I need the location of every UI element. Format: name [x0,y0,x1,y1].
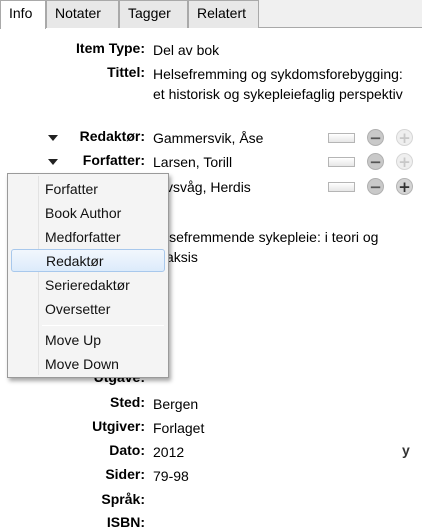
creator-type-dropdown-icon[interactable] [48,135,58,141]
menu-separator [42,325,164,326]
remove-creator-icon[interactable]: − [367,153,384,170]
add-creator-icon[interactable]: + [396,153,413,170]
tab-relatert[interactable]: Relatert [188,0,259,28]
remove-creator-icon[interactable]: − [367,129,384,146]
date-value[interactable]: 2012 [153,442,413,462]
add-creator-icon[interactable]: + [396,129,413,146]
place-label: Sted: [110,394,145,410]
remove-creator-icon[interactable]: − [367,178,384,195]
name-mode-switch-icon[interactable] [328,133,355,143]
creator-row: Forfatter: Larsen, Torill − + [0,152,422,172]
pages-value[interactable]: 79-98 [153,466,413,486]
menu-item-serieredaktor[interactable]: Serieredaktør [8,274,168,297]
isbn-label: ISBN: [106,514,145,530]
pages-label: Sider: [105,466,145,482]
menu-item-oversetter[interactable]: Oversetter [8,298,168,321]
title-label: Tittel: [107,64,145,80]
tab-tagger[interactable]: Tagger [119,0,188,28]
language-label: Språk: [101,491,145,507]
menu-item-move-down[interactable]: Move Down [8,353,168,376]
menu-item-medforfatter[interactable]: Medforfatter [8,226,168,249]
publisher-value[interactable]: Forlaget [153,418,413,438]
tab-bar: Info Notater Tagger Relatert [0,0,422,29]
menu-item-redaktor[interactable]: Redaktør [11,249,165,272]
creator-type-label[interactable]: Redaktør: [80,128,145,144]
creator-row: Redaktør: Gammersvik, Åse − + [0,128,422,148]
date-label: Dato: [109,442,145,458]
item-type-value[interactable]: Del av bok [153,40,413,60]
item-type-label: Item Type: [76,40,145,56]
creator-type-menu: Forfatter Book Author Medforfatter Redak… [7,173,169,378]
add-creator-icon[interactable]: + [396,178,413,195]
menu-item-forfatter[interactable]: Forfatter [8,178,168,201]
tab-notater[interactable]: Notater [46,0,119,28]
book-title-value[interactable]: lsefremmende sykepleie: i teori og aksis [166,227,406,267]
publisher-label: Utgiver: [92,418,145,434]
menu-item-book-author[interactable]: Book Author [8,202,168,225]
menu-item-move-up[interactable]: Move Up [8,329,168,352]
date-parse-indicator: y [402,442,410,458]
place-value[interactable]: Bergen [153,394,413,414]
tab-info[interactable]: Info [0,0,46,29]
creator-type-label[interactable]: Forfatter: [83,152,145,168]
title-value[interactable]: Helsefremming og sykdomsforebygging: et … [153,64,403,104]
name-mode-switch-icon[interactable] [328,182,355,192]
creator-type-dropdown-icon[interactable] [48,159,58,165]
name-mode-switch-icon[interactable] [328,157,355,167]
